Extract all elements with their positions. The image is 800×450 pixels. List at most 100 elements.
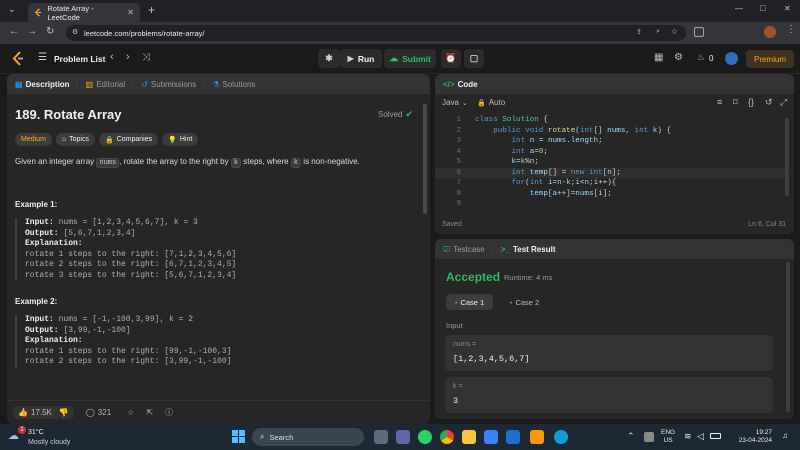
tab-solutions[interactable]: ⚗ Solutions: [212, 80, 255, 89]
problem-list-link[interactable]: Problem List: [54, 54, 105, 64]
random-problem-icon[interactable]: ⤨: [142, 52, 150, 63]
code-line[interactable]: 4 int a=0;: [435, 147, 794, 158]
tab-testcase[interactable]: ☑ Testcase: [443, 245, 485, 254]
notification-bell-icon[interactable]: ♫: [782, 431, 788, 440]
prev-problem-icon[interactable]: ‹: [110, 51, 114, 63]
zoom-icon[interactable]: ⌕: [656, 28, 660, 36]
tab-close-icon[interactable]: ✕: [127, 8, 134, 17]
fullscreen-icon[interactable]: ⤢: [780, 97, 787, 108]
example-block: Input: nums = [1,2,3,4,5,6,7], k = 3 Out…: [15, 218, 410, 281]
play-icon: ▶: [347, 54, 354, 63]
whatsapp-icon[interactable]: [418, 430, 432, 444]
layout-icon[interactable]: ▦: [654, 52, 663, 63]
code-token: ];: [602, 189, 612, 198]
premium-button[interactable]: Premium: [746, 50, 794, 68]
close-window-button[interactable]: ✕: [784, 4, 791, 13]
like-button[interactable]: 👍 17.5K 👎: [13, 406, 74, 419]
format-icon[interactable]: ≡: [717, 97, 722, 107]
help-icon[interactable]: ⓘ: [165, 407, 173, 418]
code-line[interactable]: 3 int n = nums.length;: [435, 136, 794, 147]
maximize-button[interactable]: □: [760, 3, 765, 13]
reset-icon[interactable]: ↺: [765, 97, 773, 108]
battery-icon[interactable]: [710, 433, 721, 439]
minimize-button[interactable]: —: [735, 4, 743, 13]
tab-test-result[interactable]: >_ Test Result: [501, 245, 556, 254]
wifi-icon[interactable]: ≋: [684, 431, 692, 442]
site-info-icon[interactable]: ⚙: [72, 28, 78, 36]
case-tab-1[interactable]: • Case 1: [446, 294, 493, 310]
new-tab-button[interactable]: +: [148, 3, 155, 17]
code-line[interactable]: 5 k=k%n;: [435, 157, 794, 168]
settings-gear-icon[interactable]: ⚙: [674, 52, 683, 63]
store-icon[interactable]: [484, 430, 498, 444]
bookmark-star-icon[interactable]: ☆: [671, 27, 678, 36]
back-icon[interactable]: ←: [9, 26, 19, 37]
code-line[interactable]: 9: [435, 199, 794, 210]
chrome-icon[interactable]: [440, 430, 454, 444]
code-token: int: [511, 147, 530, 156]
case-tab-2[interactable]: • Case 2: [501, 294, 548, 310]
code-scrollbar[interactable]: [785, 118, 789, 196]
comments-button[interactable]: ◯ 321: [86, 408, 111, 417]
code-line[interactable]: 7 for(int i=n-k;i<n;i++){: [435, 178, 794, 189]
start-windows-icon[interactable]: [232, 430, 245, 443]
taskbar-search[interactable]: ⌕ Search: [252, 428, 364, 446]
description-scrollbar[interactable]: [423, 104, 427, 214]
auto-mode[interactable]: 🔒 Auto: [477, 98, 505, 107]
tab-search-icon[interactable]: ⌄: [8, 4, 16, 15]
extensions-icon[interactable]: [694, 27, 704, 37]
notes-button[interactable]: ▢: [464, 49, 484, 68]
language-selector[interactable]: Java ⌄: [442, 98, 468, 107]
leetcode-logo-icon[interactable]: [12, 51, 25, 71]
profile-avatar[interactable]: [764, 26, 776, 38]
weather-widget[interactable]: ☁ 1 31°C Mostly cloudy: [8, 426, 88, 448]
address-bar[interactable]: ⚙ leetcode.com/problems/rotate-array/ ⇪ …: [66, 25, 686, 41]
volume-icon[interactable]: ◁: [697, 431, 704, 442]
browser-menu-icon[interactable]: ⋮: [786, 24, 796, 35]
braces-icon[interactable]: {}: [748, 97, 754, 107]
start-tile: [239, 437, 245, 443]
tab-editorial[interactable]: ▥ Editorial: [86, 80, 125, 89]
tab-submissions[interactable]: ↺ Submissions: [141, 80, 196, 89]
result-scrollbar[interactable]: [786, 262, 790, 412]
favorite-star-icon[interactable]: ☆: [127, 408, 134, 417]
timer-button[interactable]: ⏰: [441, 49, 461, 68]
submit-button[interactable]: ☁ Submit: [384, 49, 436, 68]
topics-chip[interactable]: ⌂ Topics: [55, 133, 95, 146]
browser-tab[interactable]: Rotate Array - LeetCode ✕: [28, 3, 140, 22]
code-line[interactable]: 2 public void rotate(int[] nums, int k) …: [435, 126, 794, 137]
share-icon[interactable]: ⇪: [636, 28, 642, 36]
companies-label: Companies: [116, 136, 153, 143]
debug-button[interactable]: ✱: [318, 49, 340, 68]
code-tab[interactable]: </> Code: [443, 80, 478, 89]
file-explorer-icon[interactable]: [462, 430, 476, 444]
share-link-icon[interactable]: ⇱: [146, 408, 153, 417]
companies-chip[interactable]: 🔒 Companies: [98, 133, 159, 146]
code-line[interactable]: 6 int temp[] = new int[n];: [435, 168, 794, 179]
language-indicator[interactable]: ENG US: [661, 429, 675, 445]
code-line[interactable]: 1 class Solution {: [435, 115, 794, 126]
bookmark-icon[interactable]: ⌑: [733, 97, 738, 108]
copilot-icon[interactable]: [506, 430, 520, 444]
tray-chevron-icon[interactable]: ⌃: [627, 431, 635, 442]
task-view-icon[interactable]: [374, 430, 388, 444]
tab-description[interactable]: ▤ Description: [15, 80, 70, 89]
dislike-icon[interactable]: 👎: [59, 408, 69, 417]
forward-icon[interactable]: →: [27, 26, 37, 37]
code-line[interactable]: 8 temp[a++]=nums[i];: [435, 189, 794, 200]
panel-resize-handle[interactable]: [431, 74, 434, 424]
clock[interactable]: 19:27 23-04-2024: [732, 429, 772, 445]
edge-icon[interactable]: [554, 430, 568, 444]
problem-list-icon[interactable]: ☰: [38, 52, 47, 63]
reload-icon[interactable]: ↻: [46, 26, 54, 37]
user-avatar[interactable]: [725, 52, 738, 65]
hint-chip[interactable]: 💡 Hint: [162, 133, 199, 146]
run-button[interactable]: ▶ Run: [340, 49, 382, 68]
streak-fire-icon[interactable]: ♨: [697, 52, 705, 63]
tray-app-icon[interactable]: [644, 432, 654, 442]
code-editor[interactable]: 1 class Solution {2 public void rotate(in…: [435, 115, 794, 215]
teams-icon[interactable]: [396, 430, 410, 444]
sublime-icon[interactable]: [530, 430, 544, 444]
next-problem-icon[interactable]: ›: [126, 51, 130, 63]
